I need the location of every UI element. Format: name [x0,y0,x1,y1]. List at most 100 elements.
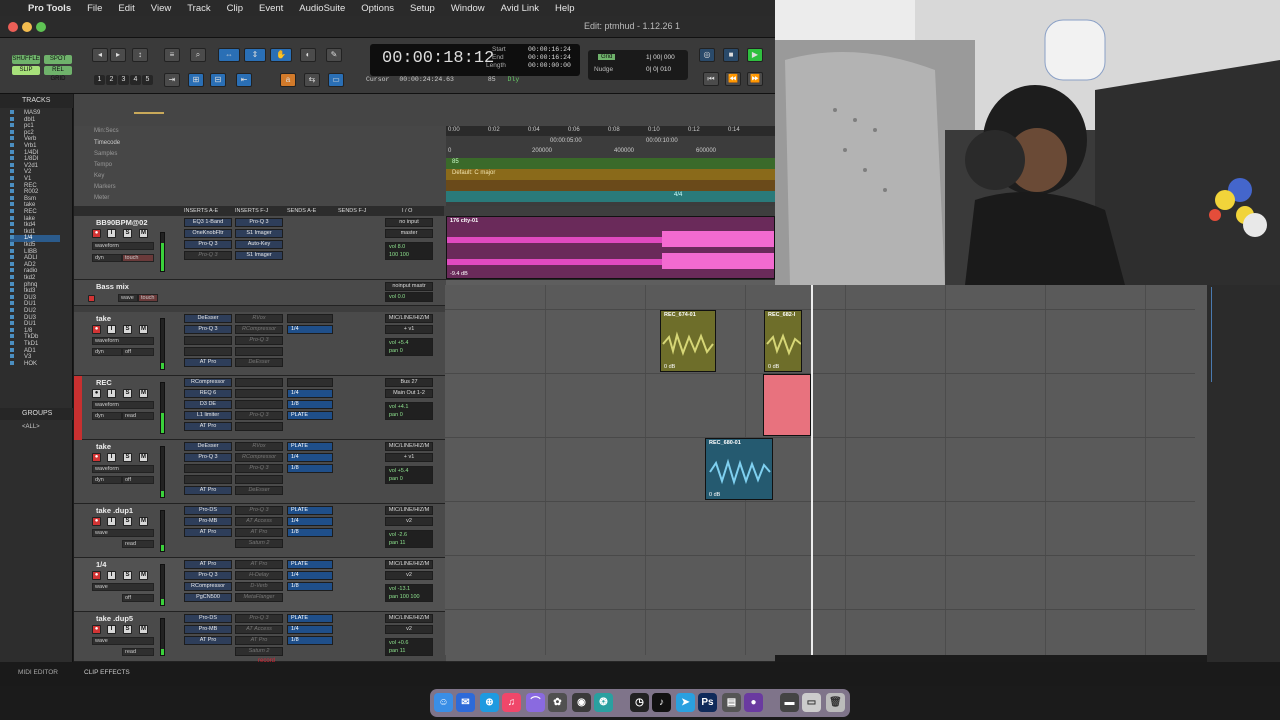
mute-button[interactable]: M [139,453,148,462]
inserts-ae-header[interactable]: INSERTS A-E [184,208,218,214]
trim-tool-icon[interactable]: ⇔ [218,48,240,62]
insert-slot[interactable]: D-Verb [235,582,283,591]
insert-slot[interactable]: Auto-Key [235,240,283,249]
track-row[interactable]: take ● I S Mwaveform dyn off DeEsser Pro-Q 3 AT P… [74,440,446,504]
track-view-selector[interactable]: waveform [92,401,154,409]
insert-slot[interactable]: D3 DE [184,400,232,409]
insert-slot[interactable]: DeEsser [184,442,232,451]
zoom-preset-4[interactable]: 4 [130,75,141,85]
insertion-follows-icon[interactable]: ⇤ [236,73,252,87]
insert-slot[interactable] [184,475,232,484]
insert-slot[interactable]: Pro-Q 3 [184,453,232,462]
mail-icon[interactable]: ✉ [456,693,475,712]
clip-list-tree[interactable] [1211,287,1231,382]
insert-slot[interactable]: RVox [235,442,283,451]
input-selector[interactable]: MIC/LINE/HIZ/M [385,560,433,569]
tempo-marker[interactable]: 85 [452,159,459,165]
send-slot[interactable]: 1/8 [287,636,333,645]
return-to-zero-icon[interactable]: ⏮ [703,72,719,86]
send-slot[interactable]: PLATE [287,411,333,420]
volume-value[interactable]: +5.4 [398,340,409,346]
insert-slot[interactable] [235,400,283,409]
zoom-preset-2[interactable]: 2 [106,75,117,85]
spot-mode-button[interactable]: SPOT [44,55,72,64]
track-row[interactable]: take .dup1 ● I S Mwave read Pro-DS Pro-MB AT Pro… [74,504,446,558]
volume-pan-display[interactable]: vol +0.6 pan 11 [385,638,433,656]
send-slot[interactable] [287,378,333,387]
send-slot[interactable]: 1/4 [287,325,333,334]
link-track-icon[interactable]: ⊟ [210,73,226,87]
record-enable-button[interactable]: ● [92,453,101,462]
insert-slot[interactable] [184,347,232,356]
mute-button[interactable]: M [139,325,148,334]
playhead-cursor[interactable] [811,285,813,655]
mute-button[interactable]: M [139,517,148,526]
close-window-button[interactable] [8,22,18,32]
track-row[interactable]: BB90BPM@02 ● I S M waveform dyn touch EQ… [74,216,446,280]
volume-value[interactable]: +0.6 [398,640,409,646]
volume-display[interactable]: vol 0.0 [385,292,433,302]
output-selector[interactable]: v2 [385,517,433,526]
playlist-selector[interactable]: dyn [92,254,122,262]
input-monitor-button[interactable]: I [107,229,116,238]
insert-slot[interactable]: PgCN500 [184,593,232,602]
app-icon[interactable]: ❂ [594,693,613,712]
menu-event[interactable]: Event [259,3,283,14]
output-selector[interactable]: v2 [385,625,433,634]
track-name[interactable]: take .dup5 [96,614,133,623]
shuffle-mode-button[interactable]: SHUFFLE [12,55,40,64]
volume-pan-display[interactable]: vol +5.4 pan 0 [385,466,433,484]
track-view-selector[interactable]: waveform [92,465,154,473]
insert-slot[interactable]: AT Pro [235,636,283,645]
insert-slot[interactable]: Pro-Q 3 [235,506,283,515]
insert-slot[interactable]: DeEsser [235,358,283,367]
send-slot[interactable]: PLATE [287,614,333,623]
playlist-selector[interactable]: dyn [92,348,122,356]
solo-button[interactable]: S [123,325,132,334]
volume-pan-display[interactable]: vol 8.0 100 100 [385,242,433,260]
finder-icon[interactable]: ☺ [434,693,453,712]
tracks-header[interactable]: TRACKS [0,94,73,108]
insert-slot[interactable]: Saturn 2 [235,539,283,548]
audio-clip[interactable]: REC_682-I 0 dB [764,310,802,372]
volume-value[interactable]: 8.0 [398,244,406,250]
track-view-selector[interactable]: wave [92,583,154,591]
scrubber-tool-icon[interactable]: ◐ [300,48,316,62]
grid-label[interactable]: Grid [598,54,616,60]
insert-slot[interactable]: AT Pro [184,636,232,645]
end-value[interactable]: 00:00:16:24 [528,54,571,61]
insert-slot[interactable]: Pro-Q 3 [235,614,283,623]
record-enable-button[interactable] [88,295,95,302]
music-icon[interactable]: ♫ [502,693,521,712]
insert-slot[interactable]: DeEsser [184,314,232,323]
printer-icon[interactable]: ▤ [722,693,741,712]
send-slot[interactable]: 1/4 [287,453,333,462]
send-slot[interactable]: 1/8 [287,528,333,537]
insert-slot[interactable] [235,422,283,431]
midi-zoom-icon[interactable]: ≡ [164,48,180,62]
record-enable-button[interactable]: ● [92,517,101,526]
pan-value[interactable]: 100 100 [389,251,432,259]
insert-slot[interactable]: AT Pro [184,560,232,569]
insert-slot[interactable]: DeEsser [235,486,283,495]
arc-icon[interactable]: ⌒ [526,693,545,712]
volume-value[interactable]: +4.1 [398,404,409,410]
solo-button[interactable]: S [123,229,132,238]
clip-effects-tab[interactable]: CLIP EFFECTS [84,669,130,676]
track-row[interactable]: take ● I S Mwaveform dyn off DeEsser Pro-Q 3 AT P… [74,312,446,376]
menu-file[interactable]: File [87,3,102,14]
track-name[interactable]: REC [96,378,112,387]
solo-button[interactable]: S [123,389,132,398]
tempo-ruler-lane[interactable]: 85 [446,158,775,169]
insert-slot[interactable]: S1 Imager [235,229,283,238]
insert-slot[interactable]: Pro-DS [184,506,232,515]
link-timeline-icon[interactable]: ⊞ [188,73,204,87]
zoom-in-icon[interactable]: ▸ [110,48,126,62]
insert-slot[interactable]: AT Pro [184,422,232,431]
insert-slot[interactable]: EQ3 1-Band [184,218,232,227]
menu-audiosuite[interactable]: AudioSuite [299,3,345,14]
length-value[interactable]: 00:00:00:00 [528,62,571,69]
insert-slot[interactable]: AT Access [235,517,283,526]
meter-marker[interactable]: 4/4 [674,192,682,198]
volume-pan-display[interactable]: vol +4.1 pan 0 [385,402,433,420]
